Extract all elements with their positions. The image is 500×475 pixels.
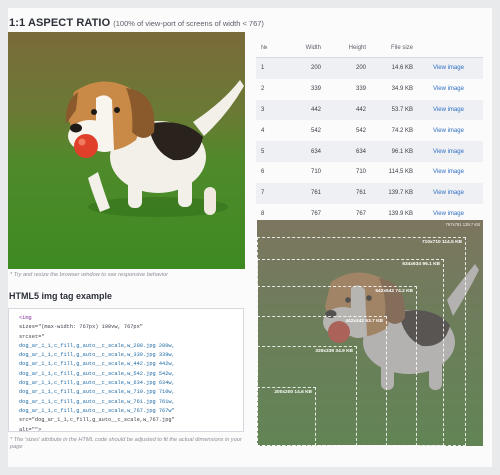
row-height: 339 [329, 78, 374, 100]
view-image-link[interactable]: View image [421, 141, 483, 162]
row-file-size: 34.9 KB [374, 78, 421, 100]
row-file-size: 14.6 KB [374, 57, 421, 79]
sizes-note: * The 'sizes' attribute in the HTML code… [10, 437, 242, 450]
row-width: 442 [284, 99, 329, 121]
view-image-link[interactable]: View image [421, 120, 483, 142]
row-number: 3 [256, 99, 284, 121]
col-link [421, 38, 483, 58]
row-height: 710 [329, 161, 374, 183]
row-file-size: 96.1 KB [374, 141, 421, 162]
code-line: srcset=" [19, 333, 45, 340]
row-file-size: 74.2 KB [374, 120, 421, 142]
page-title: 1:1 ASPECT RATIO (100% of view-port of sc… [9, 13, 264, 31]
row-number: 4 [256, 120, 284, 142]
table-row: 2 339 339 34.9 KB View image [256, 78, 483, 100]
row-number: 5 [256, 141, 284, 162]
row-file-size: 139.7 KB [374, 182, 421, 204]
col-width: Width [284, 38, 329, 58]
view-image-link[interactable]: View image [421, 57, 483, 79]
breakpoint-label: 634x634 96.1 KB [402, 262, 440, 267]
code-line: sizes="(max-width: 767px) 100vw, 767px" [19, 324, 143, 331]
row-width: 339 [284, 78, 329, 100]
breakpoint-label: 200x200 14.6 KB [274, 390, 312, 395]
row-number: 2 [256, 78, 284, 100]
table-row: 3 442 442 53.7 KB View image [256, 99, 483, 121]
code-line: dog_ar_1_1,c_fill,g_auto__c_scale,w_442.… [19, 361, 175, 368]
breakpoint-label: 339x339 34.9 KB [315, 349, 353, 354]
breakpoint-box: 200x200 14.6 KB [257, 387, 316, 446]
table-row: 7 761 761 139.7 KB View image [256, 182, 483, 204]
code-line: dog_ar_1_1,c_fill,g_auto__c_scale,w_767.… [19, 407, 175, 414]
row-width: 542 [284, 120, 329, 142]
row-height: 634 [329, 141, 374, 162]
table-row: 1 200 200 14.6 KB View image [256, 57, 483, 79]
table-row: 6 710 710 114.5 KB View image [256, 161, 483, 183]
breakpoint-label: 542x542 74.2 KB [375, 289, 413, 294]
view-image-link[interactable]: View image [421, 78, 483, 100]
col-height: Height [329, 38, 374, 58]
code-line: src="dog_ar_1_1,c_fill,g_auto__c_scale,w… [19, 417, 175, 424]
responsive-breakpoints-demo: 767x761 139.7 KB 710x710 114.5 KB 634x634… [257, 220, 483, 446]
code-line: dog_ar_1_1,c_fill,g_auto__c_scale,w_761.… [19, 398, 175, 405]
code-line: <img [19, 315, 32, 321]
view-image-link[interactable]: View image [421, 161, 483, 183]
dog-photo [8, 32, 245, 269]
title-text: 1:1 ASPECT RATIO [9, 17, 111, 29]
table-header-row: № Width Height File size [256, 38, 483, 58]
view-image-link[interactable]: View image [421, 182, 483, 204]
row-height: 200 [329, 57, 374, 79]
row-width: 200 [284, 57, 329, 79]
table-row: 5 634 634 96.1 KB View image [256, 141, 483, 162]
resize-note: * Try and resize the browser window to s… [10, 272, 169, 278]
row-width: 710 [284, 161, 329, 183]
row-height: 442 [329, 99, 374, 121]
row-number: 6 [256, 161, 284, 183]
col-number: № [256, 38, 284, 58]
row-number: 7 [256, 182, 284, 204]
code-block[interactable]: <img sizes="(max-width: 767px) 100vw, 76… [8, 308, 244, 433]
table-row: 4 542 542 74.2 KB View image [256, 120, 483, 142]
code-line: dog_ar_1_1,c_fill,g_auto__c_scale,w_339.… [19, 352, 175, 359]
row-width: 634 [284, 141, 329, 162]
title-subtitle: (100% of view-port of screens of width <… [113, 19, 264, 28]
breakpoints-table: № Width Height File size 1 200 200 14.6 KB V… [256, 38, 483, 225]
row-height: 761 [329, 182, 374, 204]
col-file-size: File size [374, 38, 421, 58]
code-line: dog_ar_1_1,c_fill,g_auto__c_scale,w_542.… [19, 370, 175, 377]
row-height: 542 [329, 120, 374, 142]
row-number: 1 [256, 57, 284, 79]
breakpoint-label: 442x442 53.7 KB [345, 319, 383, 324]
code-line: alt=""> [19, 426, 42, 433]
row-width: 761 [284, 182, 329, 204]
code-section-title: HTML5 img tag example [9, 291, 113, 301]
code-line: dog_ar_1_1,c_fill,g_auto__c_scale,w_710.… [19, 389, 175, 396]
breakpoint-label: 710x710 114.5 KB [421, 240, 462, 245]
code-line: dog_ar_1_1,c_fill,g_auto__c_scale,w_634.… [19, 380, 175, 387]
code-line: dog_ar_1_1,c_fill,g_auto__c_scale,w_200.… [19, 342, 175, 349]
row-file-size: 53.7 KB [374, 99, 421, 121]
view-image-link[interactable]: View image [421, 99, 483, 121]
largest-size-label: 767x761 139.7 KB [445, 222, 480, 227]
row-file-size: 114.5 KB [374, 161, 421, 183]
